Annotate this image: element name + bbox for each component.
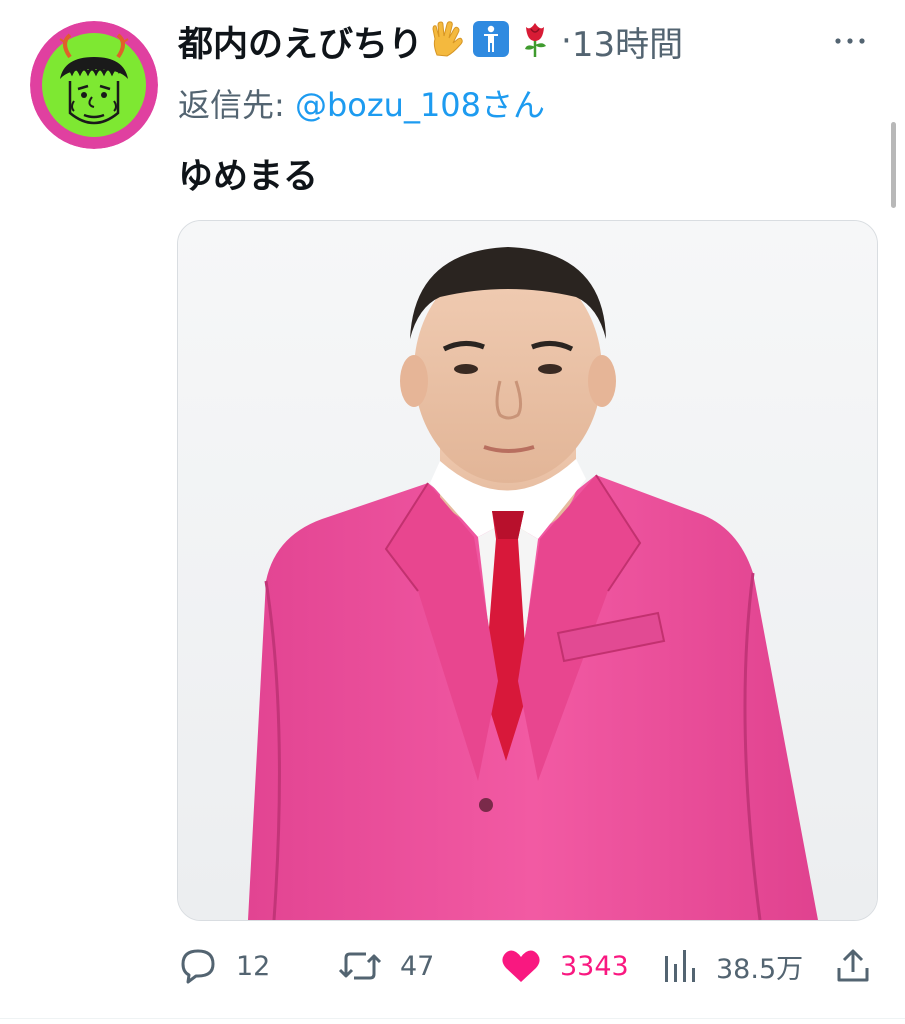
header-separator: · — [561, 21, 572, 61]
tweet-header: 都内のえびちり · 13時間 — [178, 16, 875, 66]
scrollbar-thumb[interactable] — [891, 122, 896, 208]
avatar[interactable] — [30, 21, 158, 149]
divider — [0, 1018, 905, 1019]
tweet-actions: 12 47 3343 38.5万 — [178, 942, 878, 990]
views-button[interactable]: 38.5万 — [662, 942, 803, 990]
share-button[interactable] — [834, 942, 872, 990]
like-count: 3343 — [560, 950, 629, 982]
retweet-count: 47 — [400, 950, 435, 982]
share-icon — [837, 949, 869, 982]
views-count: 38.5万 — [716, 953, 804, 985]
reply-label: 返信先: — [178, 86, 295, 124]
more-horizontal-icon — [835, 38, 865, 44]
retweet-icon — [338, 952, 382, 980]
reply-context: 返信先: @bozu_108さん — [178, 80, 545, 126]
photo-illustration — [178, 221, 877, 920]
vulcan-salute-emoji-icon — [427, 19, 467, 63]
reply-handle-link[interactable]: @bozu_108さん — [295, 86, 545, 124]
more-options-button[interactable] — [825, 26, 875, 56]
tweet[interactable]: 都内のえびちり · 13時間 返信先: @bozu_108さん ゆめまる 12 … — [0, 0, 905, 1024]
reply-icon — [181, 949, 215, 984]
analytics-icon — [665, 950, 695, 982]
tweet-text: ゆめまる — [178, 157, 319, 197]
tweet-media-photo[interactable] — [177, 220, 878, 921]
retweet-button[interactable]: 47 — [338, 942, 434, 990]
heart-icon — [502, 950, 540, 982]
avatar-illustration — [30, 21, 158, 149]
person-standing-emoji-icon — [471, 19, 511, 63]
like-button[interactable]: 3343 — [500, 942, 629, 990]
timestamp[interactable]: 13時間 — [572, 17, 683, 66]
display-name[interactable]: 都内のえびちり — [178, 16, 423, 67]
reply-count: 12 — [236, 950, 271, 982]
rose-emoji-icon — [515, 19, 555, 63]
reply-button[interactable]: 12 — [178, 942, 270, 990]
